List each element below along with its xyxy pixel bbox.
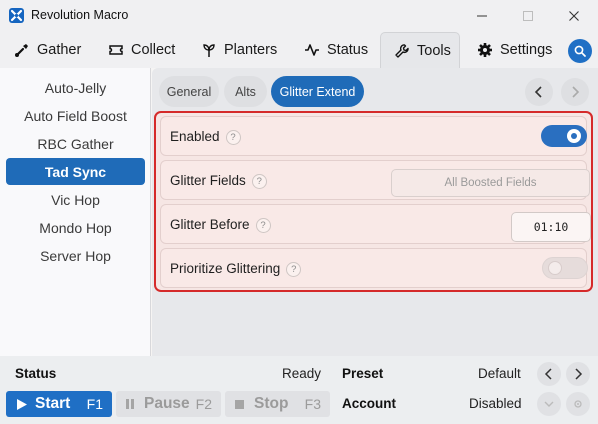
setting-row-glitter-before: Glitter Before? 01:10 xyxy=(160,204,591,244)
sprout-icon xyxy=(203,44,215,57)
tab-settings[interactable]: Settings xyxy=(477,32,552,68)
pause-hotkey: F2 xyxy=(195,396,212,412)
play-icon xyxy=(17,398,27,410)
start-hotkey: F1 xyxy=(86,396,103,412)
setting-row-glitter-fields: Glitter Fields? All Boosted Fields xyxy=(160,160,590,200)
activity-icon xyxy=(305,44,319,56)
chevron-right-icon xyxy=(575,368,583,380)
preset-value: Default xyxy=(478,366,521,381)
glitter-fields-label: Glitter Fields? xyxy=(170,173,267,189)
status-value: Ready xyxy=(282,366,322,381)
subtab-glitter-extend[interactable]: Glitter Extend xyxy=(271,76,364,107)
account-label: Account xyxy=(342,396,396,411)
tab-tools[interactable]: Tools xyxy=(380,32,460,68)
tab-gather[interactable]: Gather xyxy=(14,32,81,68)
status-label: Status xyxy=(15,366,57,381)
maximize-button[interactable] xyxy=(505,0,551,32)
ticket-icon xyxy=(109,45,123,55)
sidebar-item-auto-field-boost[interactable]: Auto Field Boost xyxy=(6,102,145,129)
pause-button[interactable]: Pause F2 xyxy=(116,391,221,417)
gear-icon xyxy=(574,400,582,408)
stop-hotkey: F3 xyxy=(304,396,321,412)
tools-sidebar: Auto-Jelly Auto Field Boost RBC Gather T… xyxy=(0,68,151,356)
preset-label: Preset xyxy=(342,366,384,381)
subtab-alts[interactable]: Alts xyxy=(224,76,267,107)
toggle-knob xyxy=(548,261,562,275)
account-value: Disabled xyxy=(469,396,522,411)
chevron-down-icon xyxy=(544,401,554,407)
account-dropdown-button[interactable] xyxy=(537,392,561,416)
stop-button[interactable]: Stop F3 xyxy=(225,391,330,417)
preset-prev-button[interactable] xyxy=(537,362,561,386)
chevron-left-icon xyxy=(544,368,552,380)
sidebar-item-tad-sync[interactable]: Tad Sync xyxy=(6,158,145,185)
help-icon[interactable]: ? xyxy=(286,262,302,277)
help-icon[interactable]: ? xyxy=(255,218,271,233)
subtab-general[interactable]: General xyxy=(159,76,219,107)
close-icon xyxy=(569,11,579,21)
tab-gather-label: Gather xyxy=(37,42,82,58)
next-page-button[interactable] xyxy=(561,78,589,106)
toggle-knob xyxy=(567,129,581,143)
tab-tools-label: Tools xyxy=(417,42,451,59)
tab-collect[interactable]: Collect xyxy=(108,32,175,68)
glitter-extend-panel: Enabled? Glitter Fields? All Boosted Fie… xyxy=(154,111,593,292)
prioritize-glittering-toggle[interactable] xyxy=(542,257,588,279)
gear-icon xyxy=(478,43,492,57)
enabled-label: Enabled? xyxy=(170,129,241,145)
search-icon xyxy=(574,45,586,57)
help-icon[interactable]: ? xyxy=(225,130,241,145)
help-icon[interactable]: ? xyxy=(251,174,267,189)
tab-status-label: Status xyxy=(327,42,369,58)
sidebar-item-rbc-gather[interactable]: RBC Gather xyxy=(6,130,145,157)
sidebar-item-vic-hop[interactable]: Vic Hop xyxy=(6,186,145,213)
sidebar-item-auto-jelly[interactable]: Auto-Jelly xyxy=(6,74,145,101)
tab-status[interactable]: Status xyxy=(304,32,368,68)
tab-planters[interactable]: Planters xyxy=(201,32,277,68)
stop-icon xyxy=(235,399,244,409)
shovel-icon xyxy=(15,44,28,57)
window-title: Revolution Macro xyxy=(31,8,129,22)
glitter-before-label: Glitter Before? xyxy=(170,217,271,233)
sidebar-item-server-hop[interactable]: Server Hop xyxy=(6,242,145,269)
preset-next-button[interactable] xyxy=(566,362,590,386)
title-bar: Revolution Macro xyxy=(0,0,598,32)
start-button[interactable]: Start F1 xyxy=(6,391,112,417)
setting-row-prioritize-glittering: Prioritize Glittering? xyxy=(160,248,588,288)
glitter-before-input[interactable]: 01:10 xyxy=(511,212,591,242)
minimize-icon xyxy=(477,15,487,17)
prev-page-button[interactable] xyxy=(525,78,553,106)
wrench-icon xyxy=(395,43,409,58)
chevron-left-icon xyxy=(534,86,542,98)
main-nav: Gather Collect Planters Status Tools Set… xyxy=(0,32,598,68)
prioritize-glittering-label: Prioritize Glittering? xyxy=(170,261,302,277)
account-settings-button[interactable] xyxy=(566,392,590,416)
tab-planters-label: Planters xyxy=(224,42,278,58)
pause-icon xyxy=(126,399,134,409)
close-button[interactable] xyxy=(551,0,597,32)
setting-row-enabled: Enabled? xyxy=(160,116,587,156)
minimize-button[interactable] xyxy=(459,0,505,32)
sidebar-item-mondo-hop[interactable]: Mondo Hop xyxy=(6,214,145,241)
maximize-icon xyxy=(523,11,533,21)
glitter-fields-select[interactable]: All Boosted Fields xyxy=(391,169,590,197)
tab-collect-label: Collect xyxy=(131,42,176,58)
tab-settings-label: Settings xyxy=(500,42,553,58)
search-button[interactable] xyxy=(568,39,592,63)
chevron-right-icon xyxy=(572,86,580,98)
enabled-toggle[interactable] xyxy=(541,125,587,147)
app-logo-icon xyxy=(9,8,24,23)
app-window: Revolution Macro Gather Collect Planters… xyxy=(0,0,598,424)
